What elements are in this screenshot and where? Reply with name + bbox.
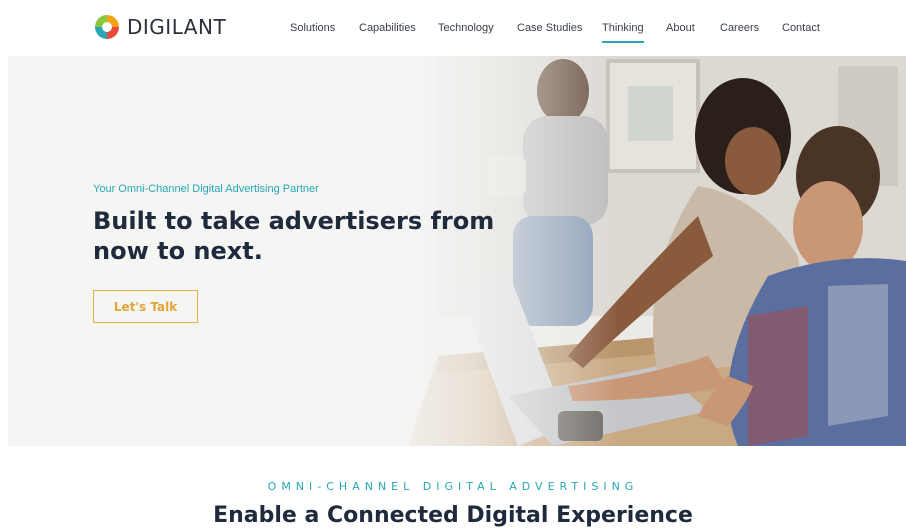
hero-banner: Your Omni-Channel Digital Advertising Pa… <box>8 56 906 446</box>
nav-item-case-studies[interactable]: Case Studies <box>517 22 582 34</box>
nav-item-contact[interactable]: Contact <box>782 22 820 34</box>
nav-item-thinking[interactable]: Thinking <box>602 22 644 43</box>
site-header: DIGILANT Solutions Capabilities Technolo… <box>0 0 906 56</box>
hero-eyebrow: Your Omni-Channel Digital Advertising Pa… <box>93 183 319 195</box>
hero-title: Built to take advertisers from now to ne… <box>93 207 495 265</box>
nav-item-technology[interactable]: Technology <box>438 22 494 34</box>
lets-talk-button[interactable]: Let's Talk <box>93 290 198 323</box>
main-nav: Solutions Capabilities Technology Case S… <box>0 22 906 43</box>
nav-item-capabilities[interactable]: Capabilities <box>359 22 416 34</box>
section-title: Enable a Connected Digital Experience <box>213 503 693 528</box>
section-eyebrow: OMNI-CHANNEL DIGITAL ADVERTISING <box>267 480 639 493</box>
nav-item-about[interactable]: About <box>666 22 695 34</box>
nav-item-solutions[interactable]: Solutions <box>290 22 335 34</box>
nav-item-careers[interactable]: Careers <box>720 22 759 34</box>
